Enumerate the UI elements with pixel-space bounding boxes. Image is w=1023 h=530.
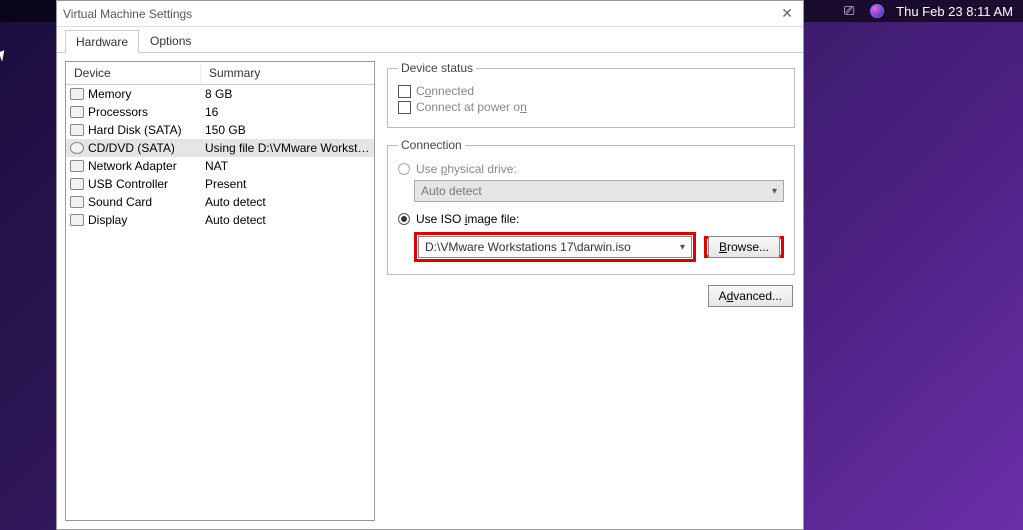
physical-drive-combo[interactable]: Auto detect ▾ [414,180,784,202]
connected-label: Connected [416,84,474,98]
tab-options[interactable]: Options [139,29,202,52]
iso-path-combo[interactable]: D:\VMware Workstations 17\darwin.iso ▾ [418,236,692,258]
device-row-network[interactable]: Network Adapter NAT [66,157,374,175]
connection-group: Connection Use physical drive: Auto dete… [387,138,795,275]
close-icon[interactable]: ✕ [777,5,797,22]
browse-button[interactable]: Browse... [708,236,780,258]
harddisk-icon [70,124,84,136]
advanced-button[interactable]: Advanced... [708,285,793,307]
connected-checkbox[interactable] [398,85,411,98]
vm-settings-window: Virtual Machine Settings ✕ Hardware Opti… [56,0,804,530]
use-iso-radio[interactable] [398,213,410,225]
use-iso-label: Use ISO image file: [416,212,519,226]
device-status-legend: Device status [398,61,476,75]
mouse-cursor-icon [0,48,13,62]
device-row-processors[interactable]: Processors 16 [66,103,374,121]
usb-icon [70,178,84,190]
device-row-memory[interactable]: Memory 8 GB [66,85,374,103]
connection-legend: Connection [398,138,465,152]
network-icon [70,160,84,172]
chevron-down-icon: ▾ [772,186,777,197]
menubar-clock[interactable]: Thu Feb 23 8:11 AM [896,4,1013,19]
memory-icon [70,88,84,100]
tabstrip: Hardware Options [57,27,803,53]
col-summary[interactable]: Summary [201,62,374,84]
control-center-icon[interactable]: ⎚ [840,3,858,19]
tab-hardware[interactable]: Hardware [65,30,139,53]
device-list: Device Summary Memory 8 GB Processors 16… [65,61,375,521]
window-titlebar[interactable]: Virtual Machine Settings ✕ [57,1,803,27]
device-row-harddisk[interactable]: Hard Disk (SATA) 150 GB [66,121,374,139]
cddvd-icon [70,142,84,154]
device-row-cddvd[interactable]: CD/DVD (SATA) Using file D:\VMware Works… [66,139,374,157]
device-row-display[interactable]: Display Auto detect [66,211,374,229]
connect-at-poweron-checkbox[interactable] [398,101,411,114]
device-row-sound[interactable]: Sound Card Auto detect [66,193,374,211]
window-title: Virtual Machine Settings [63,7,192,21]
siri-icon[interactable] [870,4,884,18]
connect-at-poweron-label: Connect at power on [416,100,527,114]
use-physical-label: Use physical drive: [416,162,517,176]
display-icon [70,214,84,226]
cpu-icon [70,106,84,118]
chevron-down-icon: ▾ [680,242,685,253]
sound-icon [70,196,84,208]
use-physical-radio[interactable] [398,163,410,175]
col-device[interactable]: Device [66,62,201,84]
device-status-group: Device status Connected Connect at power… [387,61,795,128]
device-row-usb[interactable]: USB Controller Present [66,175,374,193]
